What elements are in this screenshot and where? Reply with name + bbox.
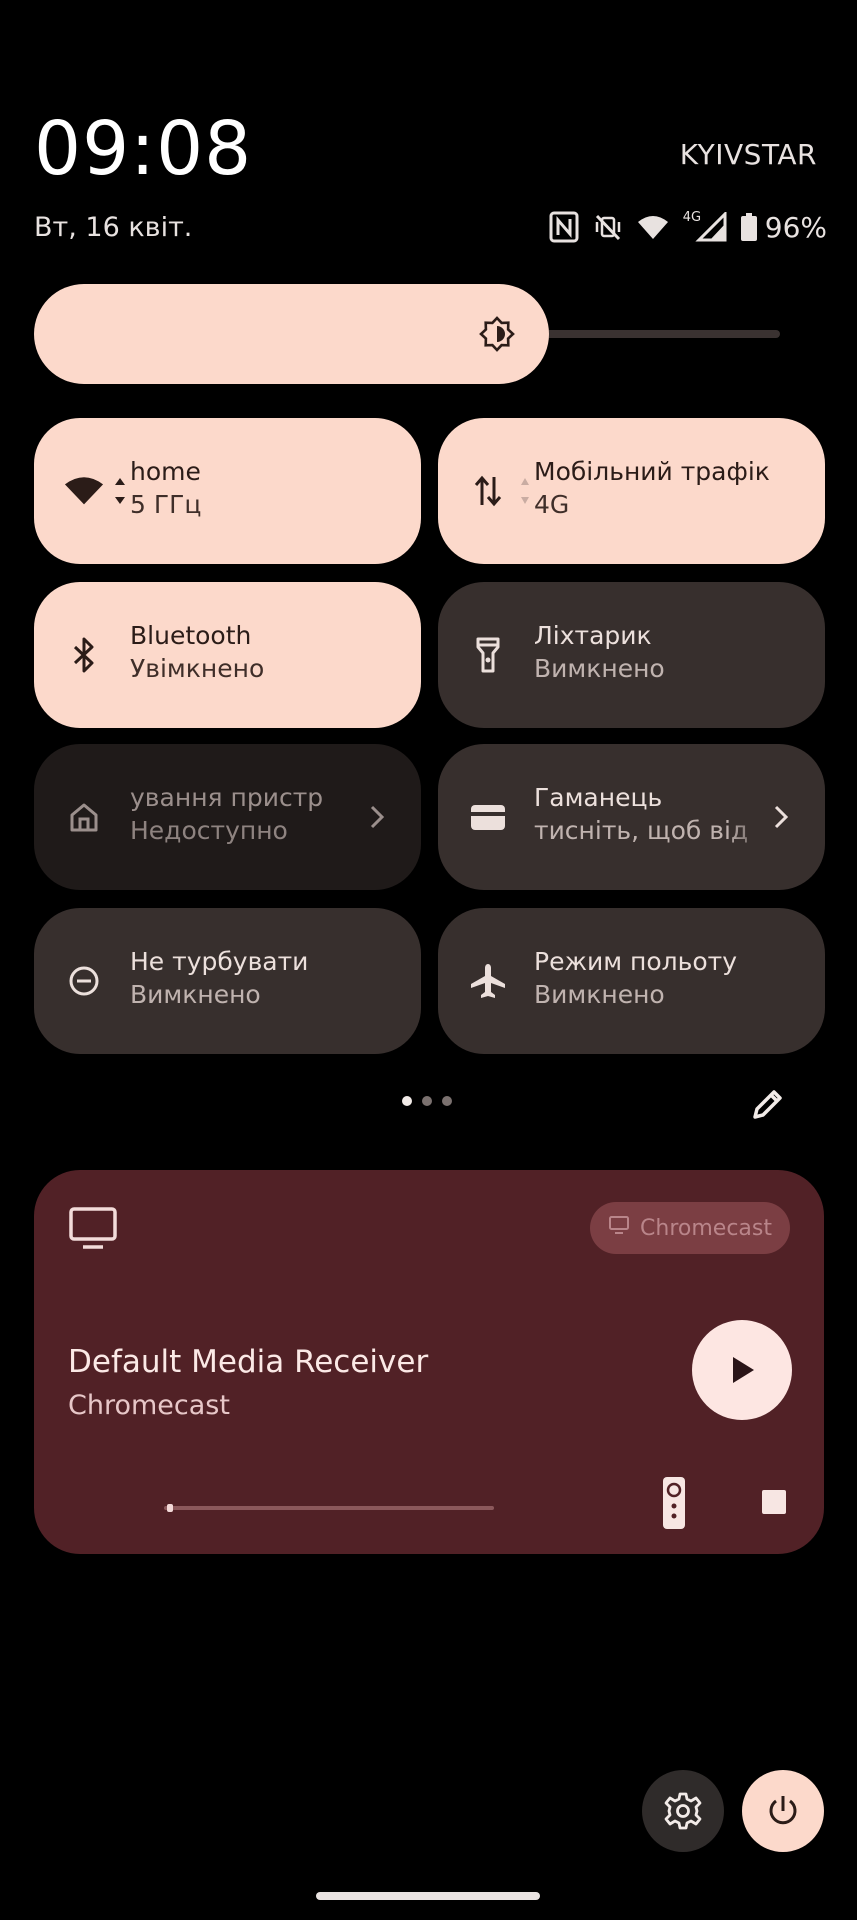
tile-status: 4G <box>534 490 570 520</box>
tile-label: Режим польоту <box>534 947 738 976</box>
tile-status: Вимкнено <box>130 980 261 1010</box>
settings-button[interactable] <box>642 1770 724 1852</box>
media-subtitle: Chromecast <box>68 1390 230 1421</box>
status-icons: 4G 96% <box>549 208 827 246</box>
cellular-signal: 4G <box>682 210 727 242</box>
carrier-name: KYIVSTAR <box>679 138 817 171</box>
tile-status: тисніть, щоб від <box>534 816 749 846</box>
tile-label: Не турбувати <box>130 947 309 976</box>
tile-device-controls[interactable]: ування пристр Недоступно <box>34 744 421 890</box>
power-icon <box>769 1796 797 1825</box>
flashlight-icon <box>468 635 508 675</box>
bluetooth-icon <box>64 635 104 675</box>
tile-do-not-disturb[interactable]: Не турбувати Вимкнено <box>34 908 421 1054</box>
brightness-icon <box>479 316 515 352</box>
edit-pencil-icon[interactable] <box>746 1082 790 1126</box>
tile-mobile-data[interactable]: Мобільний трафік 4G <box>438 418 825 564</box>
mobile-activity-icon <box>520 476 530 510</box>
tile-wifi[interactable]: home 5 ГГц <box>34 418 421 564</box>
tile-label: ування пристр <box>130 783 324 812</box>
chevron-right-icon <box>367 802 387 832</box>
media-player-card[interactable]: Chromecast Default Media Receiver Chrome… <box>34 1170 824 1554</box>
mobile-data-icon <box>468 471 508 511</box>
tile-flashlight[interactable]: Ліхтарик Вимкнено <box>438 582 825 728</box>
wifi-icon <box>64 471 104 511</box>
tile-wallet[interactable]: Гаманець тисніть, щоб від <box>438 744 825 890</box>
wallet-icon <box>468 797 508 837</box>
do-not-disturb-icon <box>64 961 104 1001</box>
wifi-activity-icon <box>114 476 126 510</box>
tile-label: home <box>130 457 201 486</box>
output-device-chip[interactable]: Chromecast <box>590 1202 790 1254</box>
date[interactable]: Вт, 16 квіт. <box>34 212 192 243</box>
clock[interactable]: 09:08 <box>34 112 252 186</box>
tile-bluetooth[interactable]: Bluetooth Увімкнено <box>34 582 421 728</box>
tile-status: Недоступно <box>130 816 288 846</box>
remote-control-icon[interactable] <box>662 1476 686 1530</box>
tile-status: Вимкнено <box>534 980 665 1010</box>
stop-icon[interactable] <box>762 1490 786 1514</box>
battery-icon <box>740 213 757 241</box>
play-button[interactable] <box>692 1320 792 1420</box>
seek-bar[interactable] <box>164 1506 494 1510</box>
tile-status: Вимкнено <box>534 654 665 684</box>
tile-label: Мобільний трафік <box>534 457 770 486</box>
page-dot[interactable] <box>402 1096 412 1106</box>
gear-icon <box>664 1792 702 1830</box>
airplane-icon <box>468 961 508 1001</box>
home-icon <box>64 797 104 837</box>
tv-icon <box>68 1206 118 1250</box>
battery-percentage: 96% <box>764 210 827 244</box>
wifi-status-icon <box>637 214 669 240</box>
output-device-label: Chromecast <box>640 1215 772 1241</box>
brightness-fill[interactable] <box>34 284 549 384</box>
play-icon <box>733 1357 754 1383</box>
cast-screen-icon <box>608 1215 630 1241</box>
tile-label: Ліхтарик <box>534 621 652 650</box>
tile-label: Bluetooth <box>130 621 252 650</box>
tile-status: 5 ГГц <box>130 490 202 520</box>
media-title: Default Media Receiver <box>68 1344 429 1380</box>
network-type: 4G <box>682 210 702 225</box>
page-indicator <box>402 1096 452 1106</box>
brightness-track-remaining <box>537 330 780 338</box>
seek-bar-thumb[interactable] <box>167 1504 173 1512</box>
power-button[interactable] <box>742 1770 824 1852</box>
vibrate-off-icon <box>593 212 623 242</box>
brightness-slider[interactable] <box>34 284 780 384</box>
page-dot[interactable] <box>442 1096 452 1106</box>
home-gesture-bar[interactable] <box>316 1892 540 1900</box>
tile-label: Гаманець <box>534 783 663 812</box>
nfc-icon <box>549 211 579 243</box>
tile-status: Увімкнено <box>130 654 265 684</box>
page-dot[interactable] <box>422 1096 432 1106</box>
chevron-right-icon <box>771 802 791 832</box>
tile-airplane-mode[interactable]: Режим польоту Вимкнено <box>438 908 825 1054</box>
